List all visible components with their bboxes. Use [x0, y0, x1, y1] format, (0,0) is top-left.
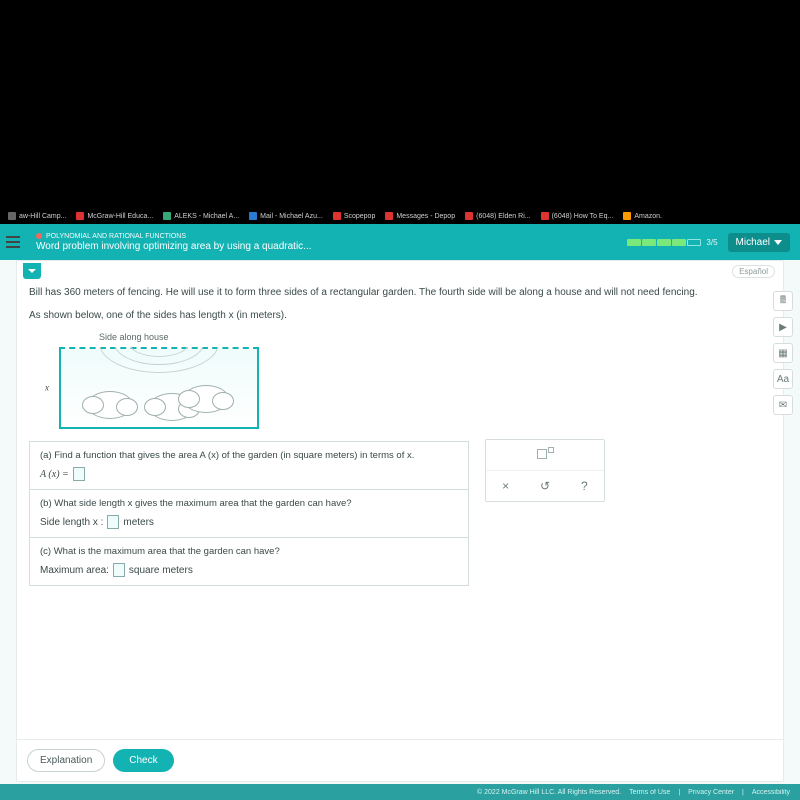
tab-favicon: [8, 212, 16, 220]
explanation-button[interactable]: Explanation: [27, 749, 105, 772]
part-c-post: square meters: [129, 565, 193, 576]
question-parts: (a) Find a function that gives the area …: [29, 441, 469, 586]
part-c-pre: Maximum area:: [40, 565, 109, 576]
diagram-caption: Side along house: [99, 331, 743, 345]
tab-label: aw-Hill Camp...: [19, 213, 66, 220]
play-icon[interactable]: ▶: [773, 317, 793, 337]
help-tool[interactable]: ?: [565, 471, 604, 501]
progress-segment: [627, 239, 641, 246]
problem-text-2: As shown below, one of the sides has len…: [29, 308, 743, 323]
tab-favicon: [541, 212, 549, 220]
browser-tab[interactable]: ALEKS - Michael A...: [159, 212, 243, 220]
part-b-post: meters: [123, 517, 154, 528]
problem-text-1: Bill has 360 meters of fencing. He will …: [29, 285, 743, 300]
tab-favicon: [623, 212, 631, 220]
tab-label: (6048) How To Eq...: [552, 213, 614, 220]
tab-favicon: [249, 212, 257, 220]
progress-count: 3/5: [706, 238, 717, 247]
reset-tool[interactable]: ↺: [525, 471, 564, 501]
copyright: © 2022 McGraw Hill LLC. All Rights Reser…: [477, 789, 621, 796]
math-toolbox: × ↺ ?: [485, 439, 605, 502]
footer: © 2022 McGraw Hill LLC. All Rights Reser…: [0, 784, 800, 800]
bottom-bar: Explanation Check: [17, 739, 783, 781]
exponent-tool[interactable]: [486, 440, 604, 470]
browser-tab[interactable]: (6048) Elden Ri...: [461, 212, 534, 220]
part-c-text: (c) What is the maximum area that the ga…: [40, 546, 458, 557]
user-menu[interactable]: Michael: [728, 233, 790, 252]
grid-icon[interactable]: ▦: [773, 343, 793, 363]
footer-link-terms[interactable]: Terms of Use: [629, 789, 670, 796]
x-label: x: [45, 381, 49, 395]
browser-tab[interactable]: Messages - Depop: [381, 212, 459, 220]
app-header: POLYNOMIAL AND RATIONAL FUNCTIONS Word p…: [0, 224, 800, 260]
progress-segment: [672, 239, 686, 246]
language-toggle[interactable]: Español: [732, 265, 775, 278]
browser-tab[interactable]: (6048) How To Eq...: [537, 212, 618, 220]
back-button[interactable]: [23, 263, 41, 279]
tab-label: McGraw-Hill Educa...: [87, 213, 153, 220]
tab-label: Amazon.: [634, 213, 662, 220]
tab-favicon: [333, 212, 341, 220]
progress-segment: [687, 239, 701, 246]
question-panel: Español Bill has 360 meters of fencing. …: [16, 260, 784, 782]
tab-favicon: [163, 212, 171, 220]
tab-label: ALEKS - Michael A...: [174, 213, 239, 220]
browser-tab[interactable]: aw-Hill Camp...: [4, 212, 70, 220]
part-b-text: (b) What side length x gives the maximum…: [40, 498, 458, 509]
tab-label: Scopepop: [344, 213, 376, 220]
browser-tab[interactable]: Scopepop: [329, 212, 380, 220]
tab-label: Mail - Michael Azu...: [260, 213, 323, 220]
tab-label: Messages - Depop: [396, 213, 455, 220]
part-a-input[interactable]: [73, 467, 85, 481]
browser-tab[interactable]: Amazon.: [619, 212, 666, 220]
user-name: Michael: [736, 237, 770, 248]
browser-tab[interactable]: Mail - Michael Azu...: [245, 212, 327, 220]
header-title: Word problem involving optimizing area b…: [36, 241, 627, 252]
menu-icon[interactable]: [6, 232, 26, 252]
part-b-pre: Side length x :: [40, 517, 103, 528]
progress-segment: [642, 239, 656, 246]
part-a-lhs: A (x) =: [40, 469, 69, 480]
progress-segment: [657, 239, 671, 246]
check-button[interactable]: Check: [113, 749, 173, 772]
garden-diagram: x: [59, 347, 259, 429]
part-b-input[interactable]: [107, 515, 119, 529]
header-overline: POLYNOMIAL AND RATIONAL FUNCTIONS: [36, 233, 627, 240]
tab-favicon: [76, 212, 84, 220]
calculator-icon[interactable]: 🖩: [773, 291, 793, 311]
progress-bar: 3/5: [627, 238, 717, 247]
tab-label: (6048) Elden Ri...: [476, 213, 530, 220]
mail-icon[interactable]: ✉: [773, 395, 793, 415]
part-a-text: (a) Find a function that gives the area …: [40, 450, 458, 461]
chevron-down-icon: [774, 240, 782, 245]
footer-link-accessibility[interactable]: Accessibility: [752, 789, 790, 796]
font-icon[interactable]: Aa: [773, 369, 793, 389]
tab-favicon: [465, 212, 473, 220]
browser-tabs: aw-Hill Camp... McGraw-Hill Educa... ALEKS…: [0, 208, 800, 224]
tab-favicon: [385, 212, 393, 220]
browser-tab[interactable]: McGraw-Hill Educa...: [72, 212, 157, 220]
close-tool[interactable]: ×: [486, 471, 525, 501]
part-c-input[interactable]: [113, 563, 125, 577]
footer-link-privacy[interactable]: Privacy Center: [688, 789, 734, 796]
